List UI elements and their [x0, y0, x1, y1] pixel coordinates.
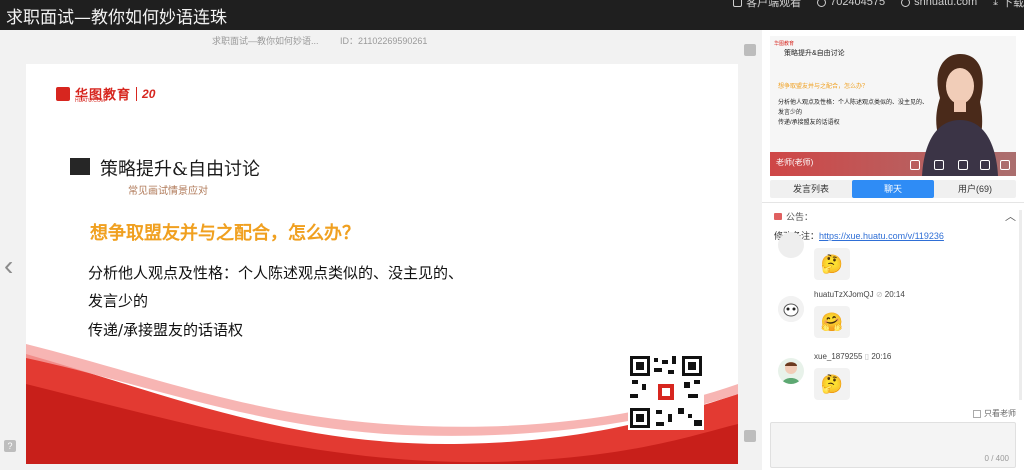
video-slide-line-1: 分析他人观点及性格：个人陈述观点类似的、没主见的、	[778, 100, 929, 106]
volume-icon[interactable]	[980, 160, 990, 170]
room-id: 702404575	[817, 0, 885, 8]
domain-link[interactable]: shhuatu.com	[901, 0, 977, 8]
fullscreen-icon[interactable]	[744, 44, 756, 56]
clock-icon	[817, 0, 827, 7]
download-button[interactable]: ⤓ 下载	[993, 0, 1024, 10]
monitor-icon	[733, 0, 743, 7]
download-label: 下载	[1002, 0, 1024, 9]
char-counter: 0 / 400	[984, 454, 1009, 463]
announcement-body: 修改备注：https://xue.huatu.com/v/119236	[774, 229, 1018, 242]
slide: 华图教育 20 HUATU.COM 策略提升&自由讨论 常见画试情景应对 想争取…	[26, 64, 738, 464]
video-logo: 华图教育	[774, 41, 795, 47]
teacher-video[interactable]: 华图教育 策略提升&自由讨论 想争取盟友并与之配合，怎么办？ 分析他人观点及性格…	[770, 36, 1016, 176]
domain-label: shhuatu.com	[914, 0, 978, 8]
tabs-divider	[762, 202, 1024, 203]
qr-code	[628, 354, 704, 430]
section-title: 策略提升&自由讨论	[100, 159, 261, 180]
slide-line-1: 分析他人观点及性格：个人陈述观点类似的、没主见的、	[88, 264, 464, 282]
client-watch-button[interactable]: 客户端观看	[733, 0, 801, 10]
tab-chat[interactable]: 聊天	[852, 180, 934, 198]
chat-username-text: huatuTzXJomQJ	[814, 290, 874, 299]
panel-tabs: 发言列表 聊天 用户(69)	[770, 180, 1016, 198]
teacher-only-checkbox[interactable]	[973, 409, 981, 418]
slide-question: 想争取盟友并与之配合，怎么办？	[90, 223, 360, 244]
logo-anniversary: 20	[142, 86, 156, 101]
announcement-header: 公告：	[774, 210, 1018, 223]
help-icon[interactable]: ?	[4, 440, 16, 452]
teacher-only-toggle[interactable]: 只看老师	[973, 408, 1016, 419]
announcement-label: 公告：	[786, 212, 814, 222]
header-actions: 客户端观看 702404575 shhuatu.com ⤓ 下载	[733, 0, 1024, 10]
switch-camera-icon[interactable]	[910, 160, 920, 170]
emoji-message: 🤗	[814, 306, 850, 338]
video-slide-line-3: 传递/承接盟友的话语权	[778, 120, 840, 126]
room-id-label: 702404575	[830, 0, 886, 8]
course-name: 求职面试—教你如何妙语...	[212, 36, 319, 46]
section-marker	[70, 158, 90, 175]
video-slide-title: 策略提升&自由讨论	[784, 50, 845, 57]
window-title: 求职面试—教你如何妙语连珠	[6, 8, 227, 28]
teacher-image	[922, 54, 998, 176]
slide-stage: 求职面试—教你如何妙语... ID：21102269590261 ‹ ? 华图教…	[0, 30, 762, 470]
prev-slide-button[interactable]: ‹	[4, 250, 13, 282]
course-id: ID：21102269590261	[340, 36, 428, 46]
section-subtitle: 常见画试情景应对	[128, 186, 208, 197]
huatu-logo-icon	[56, 86, 70, 101]
teacher-only-label: 只看老师	[984, 409, 1016, 418]
chat-input[interactable]: 0 / 400	[770, 422, 1016, 468]
picture-in-picture-icon[interactable]	[934, 160, 944, 170]
video-slide-line-2: 发言少的	[778, 110, 803, 116]
megaphone-icon	[774, 213, 782, 220]
collapse-chevron-icon[interactable]: ︿	[1005, 208, 1016, 224]
side-panel: 华图教育 策略提升&自由讨论 想争取盟友并与之配合，怎么办？ 分析他人观点及性格…	[762, 30, 1024, 470]
chat-username: huatuTzXJomQJ ⊘ 20:14	[814, 290, 905, 299]
avatar	[778, 358, 804, 384]
expand-icon[interactable]	[958, 160, 968, 170]
emoji-message: 🤔	[814, 368, 850, 400]
chat-username: xue_1879255 ▯ 20:16	[814, 352, 891, 361]
client-watch-label: 客户端观看	[746, 0, 802, 9]
globe-icon	[901, 0, 911, 7]
emoji-message: 🤔	[814, 248, 850, 280]
slide-line-2: 发言少的	[88, 292, 149, 310]
tab-users[interactable]: 用户(69)	[934, 180, 1016, 198]
logo-divider	[136, 86, 138, 101]
avatar	[778, 232, 804, 258]
settings-icon[interactable]	[744, 430, 756, 442]
chat-scrollbar[interactable]	[1019, 210, 1022, 400]
download-icon: ⤓	[993, 0, 998, 8]
chat-time: 20:14	[884, 290, 905, 299]
verified-icon: ⊘	[875, 290, 885, 299]
logo-subtext: HUATU.COM	[75, 98, 105, 104]
tab-speech-list[interactable]: 发言列表	[770, 180, 852, 198]
chat-time: 20:16	[871, 352, 892, 361]
chat-username-text: xue_1879255	[814, 352, 863, 361]
video-slide-question: 想争取盟友并与之配合，怎么办？	[778, 84, 869, 90]
huatu-logo: 华图教育 20 HUATU.COM	[56, 84, 156, 104]
avatar	[778, 296, 804, 322]
microphone-icon[interactable]	[1000, 160, 1010, 170]
title-bar: 求职面试—教你如何妙语连珠 客户端观看 702404575 shhuatu.co…	[0, 0, 1024, 30]
announcement-link[interactable]: https://xue.huatu.com/v/119236	[819, 231, 944, 241]
announcement: 公告： ︿ 修改备注：https://xue.huatu.com/v/11923…	[774, 210, 1018, 242]
teacher-label: 老师(老师)	[776, 158, 814, 167]
